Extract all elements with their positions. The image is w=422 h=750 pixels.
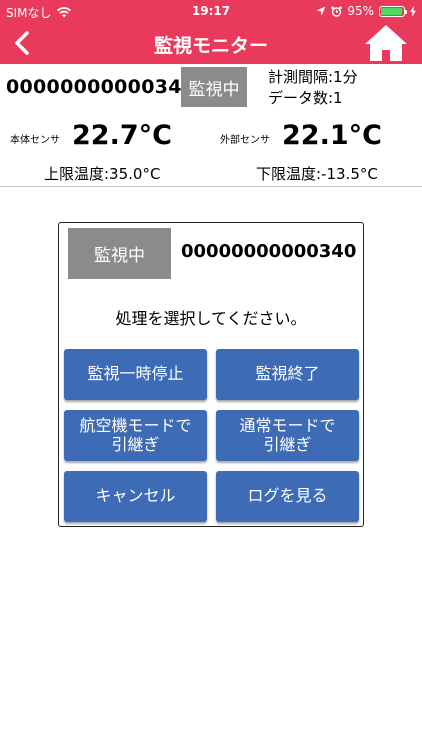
status-right-group: 95% (316, 4, 416, 18)
external-sensor-label: 外部センサ (220, 135, 270, 146)
device-serial: 00000000000340 (6, 76, 196, 98)
external-sensor-value: 22.1°C (282, 120, 382, 151)
pause-monitoring-label: 監視一時停止 (87, 364, 184, 384)
normal-mode-handover-button[interactable]: 通常モードで 引継ぎ (216, 410, 359, 461)
cancel-button[interactable]: キャンセル (64, 471, 207, 522)
dialog-status-badge: 監視中 (68, 228, 171, 279)
home-icon (365, 25, 407, 61)
battery-fill (381, 7, 402, 15)
airplane-mode-handover-button[interactable]: 航空機モードで 引継ぎ (64, 410, 207, 461)
divider (0, 186, 422, 187)
normal-mode-handover-label: 通常モードで 引継ぎ (239, 416, 336, 454)
internal-sensor-label: 本体センサ (10, 135, 60, 146)
navigation-bar: 監視モニター (0, 22, 422, 64)
home-button[interactable] (364, 24, 408, 62)
battery-icon (379, 5, 407, 17)
page-title: 監視モニター (153, 35, 268, 57)
dialog-device-serial: 00000000000340 (181, 241, 357, 262)
upper-limit-temp: 上限温度:35.0°C (44, 165, 161, 183)
battery-percent: 95% (347, 4, 374, 18)
monitoring-status-badge: 監視中 (181, 67, 247, 107)
status-bar: SIMなし 19:17 95% (0, 0, 422, 22)
alarm-icon (331, 6, 343, 17)
dialog-prompt: 処理を選択してください。 (115, 309, 307, 328)
data-count: データ数:1 (268, 89, 343, 107)
airplane-mode-handover-label: 航空機モードで 引継ぎ (79, 416, 192, 454)
end-monitoring-button[interactable]: 監視終了 (216, 349, 359, 400)
end-monitoring-label: 監視終了 (255, 364, 320, 384)
location-icon (316, 6, 326, 16)
pause-monitoring-button[interactable]: 監視一時停止 (64, 349, 207, 400)
view-log-label: ログを見る (247, 486, 328, 506)
charging-icon (410, 5, 416, 17)
action-dialog: 監視中 00000000000340 処理を選択してください。 監視一時停止 監… (58, 222, 364, 527)
internal-sensor-value: 22.7°C (72, 120, 172, 151)
cancel-label: キャンセル (95, 486, 176, 506)
lower-limit-temp: 下限温度:-13.5°C (256, 165, 378, 183)
measure-interval: 計測間隔:1分 (268, 68, 358, 86)
view-log-button[interactable]: ログを見る (216, 471, 359, 522)
